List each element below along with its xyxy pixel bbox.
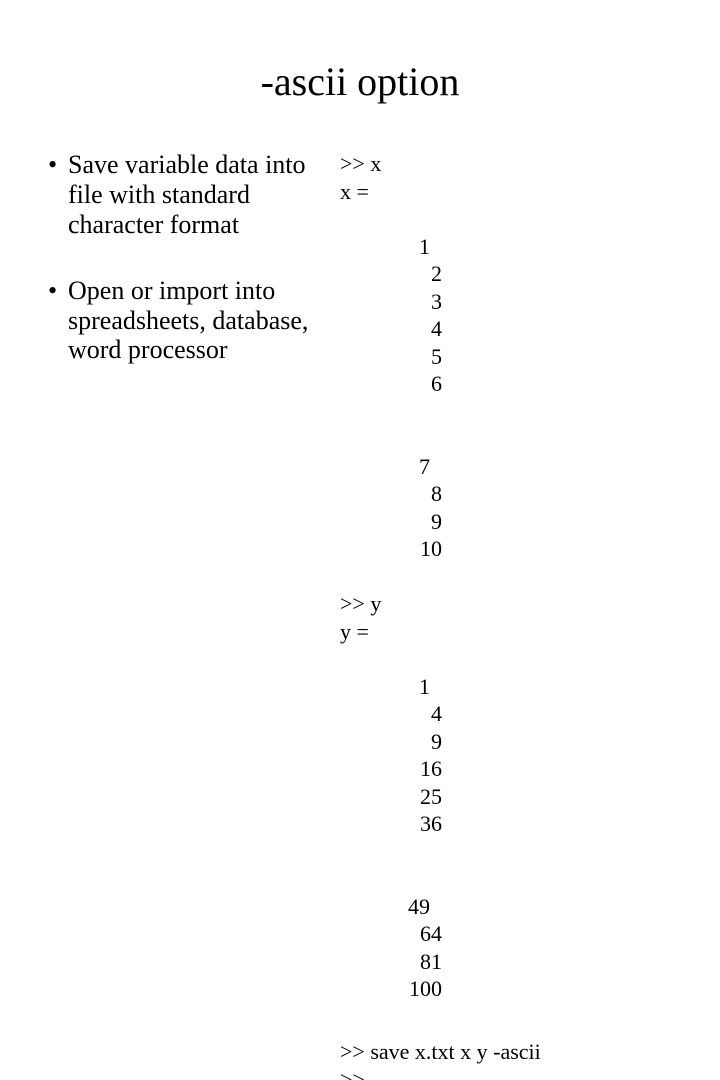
bullet-text: Open or import into spreadsheets, databa… (68, 276, 330, 366)
matrix-cell: 1 (402, 673, 430, 701)
matrix-cell: 9 (402, 728, 442, 756)
bullet-list: • Save variable data into file with stan… (0, 150, 330, 1080)
code-line-empty-prompt: >> (340, 1066, 700, 1080)
matrix-cell: 10 (402, 535, 442, 563)
matrix-cell: 7 (402, 453, 430, 481)
code-line-x-row1: 1 2 3 4 5 6 (340, 205, 700, 425)
code-block: >> x x = 1 2 3 4 5 6 7 8 9 10 >> y y = 1… (330, 150, 700, 1080)
code-line-prompt-x: >> x (340, 150, 700, 178)
matrix-cell: 49 (402, 893, 430, 921)
slide: -ascii option • Save variable data into … (0, 0, 720, 540)
matrix-cell: 36 (402, 810, 442, 838)
bullet-item: • Open or import into spreadsheets, data… (48, 276, 330, 366)
code-line-y-row2: 49 64 81 100 (340, 865, 700, 1030)
bullet-dot-icon: • (48, 150, 68, 240)
matrix-cell: 25 (402, 783, 442, 811)
slide-title: -ascii option (0, 58, 720, 105)
blank-line (340, 1030, 700, 1038)
matrix-cell: 16 (402, 755, 442, 783)
matrix-cell: 4 (402, 315, 442, 343)
matrix-cell: 9 (402, 508, 442, 536)
matrix-cell: 100 (402, 975, 442, 1003)
bullet-dot-icon: • (48, 276, 68, 366)
matrix-cell: 1 (402, 233, 430, 261)
matrix-cell: 4 (402, 700, 442, 728)
slide-body: • Save variable data into file with stan… (0, 150, 720, 1080)
code-line-x-eq: x = (340, 178, 700, 206)
matrix-cell: 2 (402, 260, 442, 288)
code-line-x-row2: 7 8 9 10 (340, 425, 700, 590)
code-line-y-eq: y = (340, 618, 700, 646)
matrix-cell: 64 (402, 920, 442, 948)
matrix-cell: 6 (402, 370, 442, 398)
code-line-prompt-y: >> y (340, 590, 700, 618)
matrix-cell: 81 (402, 948, 442, 976)
code-line-y-row1: 1 4 9 16 25 36 (340, 645, 700, 865)
matrix-cell: 8 (402, 480, 442, 508)
matrix-cell: 3 (402, 288, 442, 316)
bullet-text: Save variable data into file with standa… (68, 150, 330, 240)
matrix-cell: 5 (402, 343, 442, 371)
bullet-item: • Save variable data into file with stan… (48, 150, 330, 240)
code-line-save: >> save x.txt x y -ascii (340, 1038, 700, 1066)
